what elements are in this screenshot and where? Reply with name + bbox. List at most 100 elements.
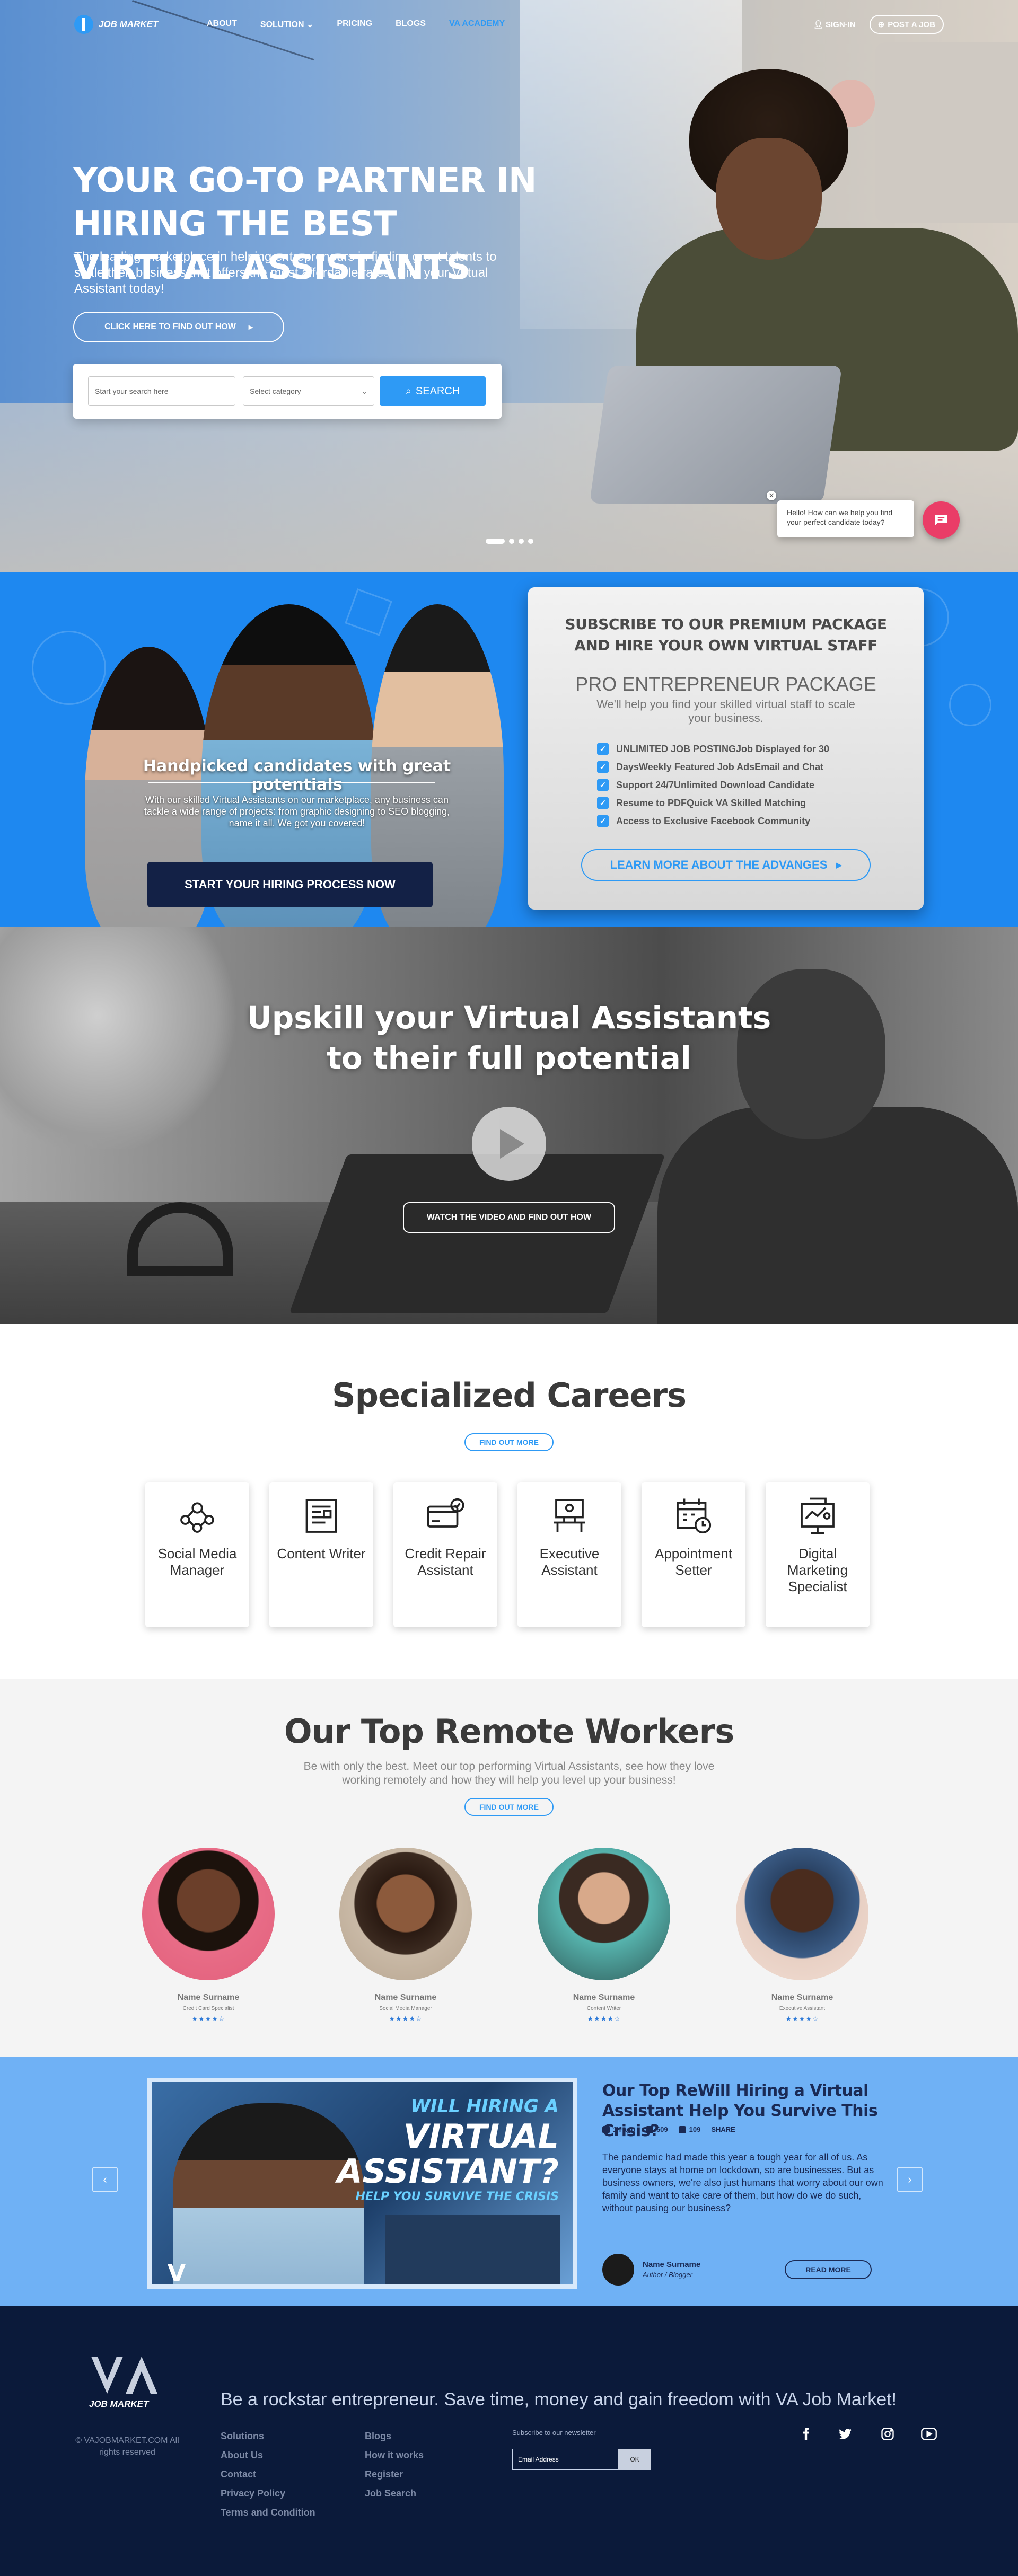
blog-time-value: 1h ago [613,2125,635,2133]
feature-item: ✓ Access to Exclusive Facebook Community [597,812,829,830]
eye-icon [645,2125,653,2133]
worker-card[interactable]: Name Surname Content Writer ★★★★☆ [538,1848,670,2023]
post-job-button[interactable]: ⊕ POST A JOB [869,15,944,34]
blog-image-text-line4: HELP YOU SURVIVE THE CRISIS [355,2190,559,2203]
career-card-content-writer[interactable]: Content Writer [269,1482,373,1627]
avatar [339,1848,472,1980]
avatar [142,1848,275,1980]
blog-section: ‹ › WILL HIRING A VIRTUAL ASSISTANT? HEL… [0,2057,1018,2306]
search-panel: Start your search here Select category ⌄… [73,364,502,419]
watch-video-button[interactable]: WATCH THE VIDEO AND FIND OUT HOW [403,1202,615,1233]
nav-link-pricing[interactable]: PRICING [337,19,372,30]
worker-card[interactable]: Name Surname Credit Card Specialist ★★★★… [142,1848,275,2023]
feature-label: Access to Exclusive Facebook Community [616,815,811,826]
learn-more-label: LEARN MORE ABOUT THE ADVANGES [610,858,828,871]
career-label: Content Writer [277,1546,366,1562]
search-input[interactable]: Start your search here [88,376,235,406]
blog-image-person [173,2103,364,2284]
footer-link[interactable]: Blogs [365,2431,424,2450]
career-card-credit-repair[interactable]: Credit Repair Assistant [393,1482,497,1627]
chat-close-icon[interactable]: ✕ [767,491,776,500]
footer-link[interactable]: How it works [365,2450,424,2469]
footer-link[interactable]: Terms and Condition [221,2507,315,2526]
video-section: Upskill your Virtual Assistants to their… [0,927,1018,1324]
start-hiring-button[interactable]: START YOUR HIRING PROCESS NOW [147,862,433,907]
man-body-image [657,1107,1018,1324]
avatar [736,1848,868,1980]
package-description: We'll help you find your skilled virtual… [596,698,855,725]
youtube-icon[interactable] [918,2423,940,2445]
checkbox-icon: ✓ [597,761,609,773]
chevron-left-icon[interactable]: ‹ [92,2167,118,2192]
find-out-how-label: CLICK HERE TO FIND OUT HOW [104,322,236,331]
footer: JOB MARKET © VAJOBMARKET.COM All rights … [0,2306,1018,2576]
read-more-button[interactable]: READ MORE [785,2260,872,2279]
career-card-appointment-setter[interactable]: Appointment Setter [642,1482,745,1627]
career-card-executive-assistant[interactable]: Executive Assistant [517,1482,621,1627]
workers-find-out-button[interactable]: FIND OUT MORE [464,1798,554,1816]
newsletter-submit-button[interactable]: OK [618,2449,651,2470]
slider-dot[interactable] [509,539,514,544]
checkbox-icon: ✓ [597,743,609,755]
document-icon [305,1499,337,1533]
careers-find-out-button[interactable]: FIND OUT MORE [464,1433,554,1451]
worker-role: Credit Card Specialist [182,2006,234,2012]
footer-link[interactable]: Register [365,2469,424,2488]
slider-dot[interactable] [528,539,533,544]
footer-tagline: Be a rockstar entrepreneur. Save time, m… [221,2389,897,2410]
nav-links: ABOUT SOLUTION ⌄ PRICING BLOGS VA ACADEM… [207,19,505,30]
newsletter-label: Subscribe to our newsletter [512,2429,596,2437]
nav-link-solution[interactable]: SOLUTION ⌄ [260,19,314,30]
newsletter-form: Email Address OK [512,2449,651,2470]
play-button-icon[interactable] [472,1107,546,1181]
slider-dot[interactable] [519,539,524,544]
facebook-icon[interactable] [795,2423,817,2445]
footer-link[interactable]: Privacy Policy [221,2488,315,2507]
newsletter-email-input[interactable]: Email Address [512,2449,618,2470]
careers-title: Specialized Careers [331,1376,687,1415]
category-select[interactable]: Select category ⌄ [243,376,374,406]
chevron-right-icon[interactable]: › [897,2167,923,2192]
video-title-line2: to their full potential [327,1040,691,1076]
author-role: Author / Blogger [643,2271,692,2279]
hero-background-sofa [875,42,1018,223]
feature-item: ✓ UNLIMITED JOB POSTINGJob Displayed for … [597,740,829,758]
learn-more-button[interactable]: LEARN MORE ABOUT THE ADVANGES ▸ [581,849,871,881]
nav-link-va-academy[interactable]: VA ACADEMY [449,19,505,30]
footer-link[interactable]: About Us [221,2450,315,2469]
find-out-how-button[interactable]: CLICK HERE TO FIND OUT HOW ▸ [73,312,284,342]
nav-link-solution-label: SOLUTION [260,20,304,29]
nav-actions: 👤︎ SIGN-IN ⊕ POST A JOB [813,15,944,34]
copyright: © VAJOBMARKET.COM All rights reserved [75,2436,179,2457]
share-link[interactable]: SHARE [711,2125,735,2133]
career-card-digital-marketing[interactable]: Digital Marketing Specialist [766,1482,870,1627]
site-logo[interactable]: JOB MARKET [74,15,158,34]
career-card-social-media[interactable]: Social Media Manager [145,1482,249,1627]
chat-greeting: Hello! How can we help you find your per… [777,500,914,537]
chat-button[interactable] [923,501,960,539]
sign-in-link[interactable]: 👤︎ SIGN-IN [813,20,856,29]
footer-link[interactable]: Job Search [365,2488,424,2507]
twitter-icon[interactable] [835,2423,856,2445]
footer-links-col1: Solutions About Us Contact Privacy Polic… [221,2431,315,2526]
package-name: PRO ENTREPRENEUR PACKAGE [575,673,876,695]
search-button-label: SEARCH [415,385,460,397]
premium-package-card: SUBSCRIBE TO OUR PREMIUM PACKAGE AND HIR… [528,587,924,910]
feature-item: ✓ Resume to PDFQuick VA Skilled Matching [597,794,829,812]
blog-meta: 1h ago 609 109 SHARE [602,2125,735,2133]
worker-role: Content Writer [586,2006,621,2012]
worker-card[interactable]: Name Surname Social Media Manager ★★★★☆ [339,1848,472,2023]
nav-link-blogs[interactable]: BLOGS [396,19,426,30]
workers-subtitle: Be with only the best. Meet our top perf… [303,1760,715,1786]
decorative-circle [32,631,106,705]
search-button[interactable]: ⌕ SEARCH [380,376,486,406]
nav-link-about[interactable]: ABOUT [207,19,237,30]
slider-dot-active[interactable] [486,539,505,544]
footer-link[interactable]: Solutions [221,2431,315,2450]
instagram-icon[interactable] [877,2423,898,2445]
handpicked-title: Handpicked candidates with great potenti… [143,757,451,794]
footer-link[interactable]: Contact [221,2469,315,2488]
blog-views-value: 609 [656,2125,668,2133]
package-heading: SUBSCRIBE TO OUR PREMIUM PACKAGE AND HIR… [565,615,887,654]
worker-card[interactable]: Name Surname Executive Assistant ★★★★☆ [736,1848,868,2023]
